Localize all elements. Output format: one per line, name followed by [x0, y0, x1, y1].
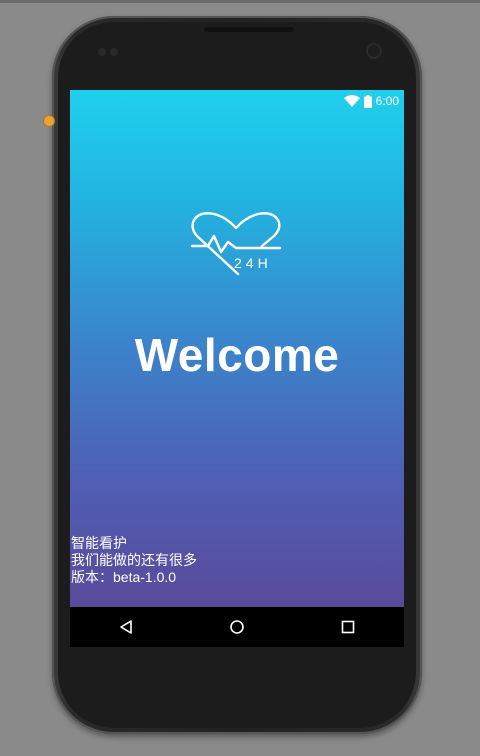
splash-info: 智能看护 我们能做的还有很多 版本：beta-1.0.0 [71, 535, 197, 586]
front-camera [368, 45, 380, 57]
tagline-primary: 智能看护 [71, 535, 127, 551]
status-time: 6:00 [375, 94, 399, 108]
status-bar: 6:00 [70, 90, 404, 112]
version-label: 版本：beta-1.0.0 [71, 569, 177, 585]
earpiece-speaker [204, 27, 294, 32]
wifi-icon [343, 95, 360, 107]
battery-icon [363, 94, 372, 108]
back-button[interactable] [106, 607, 146, 647]
welcome-title: Welcome [134, 329, 340, 381]
home-icon [230, 620, 244, 634]
back-icon [119, 620, 132, 634]
heart-pulse-24h-icon: 24H [190, 212, 282, 276]
window-top-edge [0, 0, 480, 3]
recents-button[interactable] [328, 607, 368, 647]
navigation-bar [70, 607, 404, 647]
recents-icon [342, 620, 355, 634]
splash-screen: 6:00 24H Welcome 智能看护 我们能做的还有很多 版本：beta-… [70, 90, 404, 607]
tagline-secondary: 我们能做的还有很多 [71, 552, 197, 568]
light-sensor [110, 48, 118, 56]
logo-24h-text: 24H [234, 255, 272, 271]
proximity-sensor [98, 48, 106, 56]
notification-led [44, 116, 54, 126]
home-button[interactable] [217, 607, 257, 647]
